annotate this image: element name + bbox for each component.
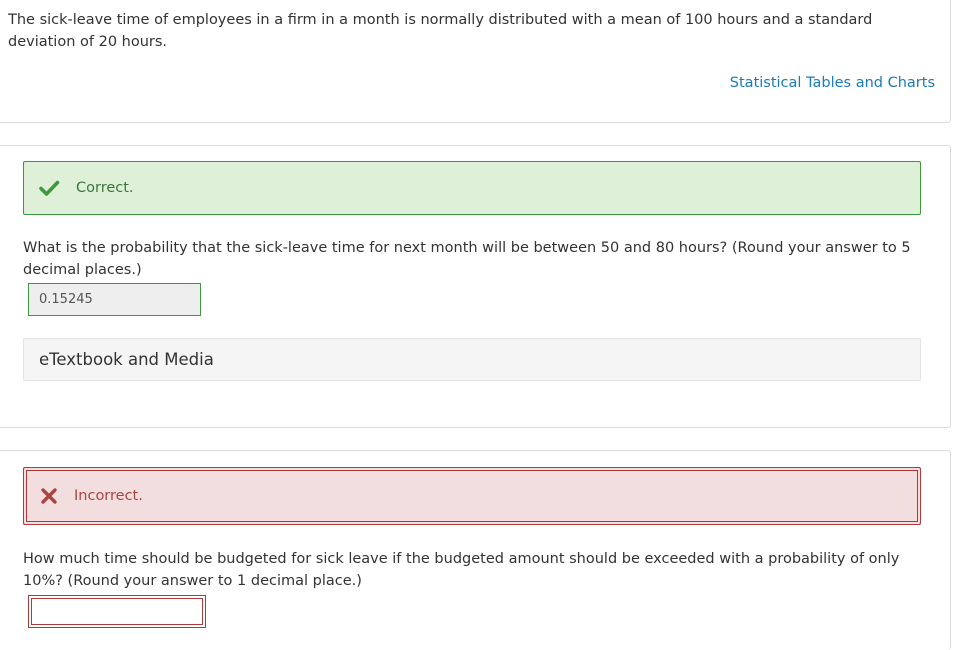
answer-input[interactable] — [28, 595, 206, 628]
answer-field[interactable]: 0.15245 — [28, 283, 201, 316]
feedback-label: Incorrect. — [74, 488, 143, 504]
problem-intro-card: The sick-leave time of employees in a fi… — [0, 0, 951, 123]
question-text: How much time should be budgeted for sic… — [23, 551, 900, 589]
correct-feedback-banner: Correct. — [23, 161, 921, 215]
statistical-tables-link[interactable]: Statistical Tables and Charts — [730, 75, 935, 91]
question-card-1: Correct. What is the probability that th… — [0, 145, 951, 428]
incorrect-feedback-banner: Incorrect. — [23, 467, 921, 525]
question-text: What is the probability that the sick-le… — [23, 240, 911, 278]
x-icon — [38, 485, 60, 507]
problem-statement: The sick-leave time of employees in a fi… — [8, 12, 873, 50]
feedback-label: Correct. — [76, 180, 134, 196]
etextbook-media-button[interactable]: eTextbook and Media — [23, 338, 921, 381]
question-card-2: Incorrect. How much time should be budge… — [0, 450, 951, 650]
check-icon — [38, 177, 60, 199]
